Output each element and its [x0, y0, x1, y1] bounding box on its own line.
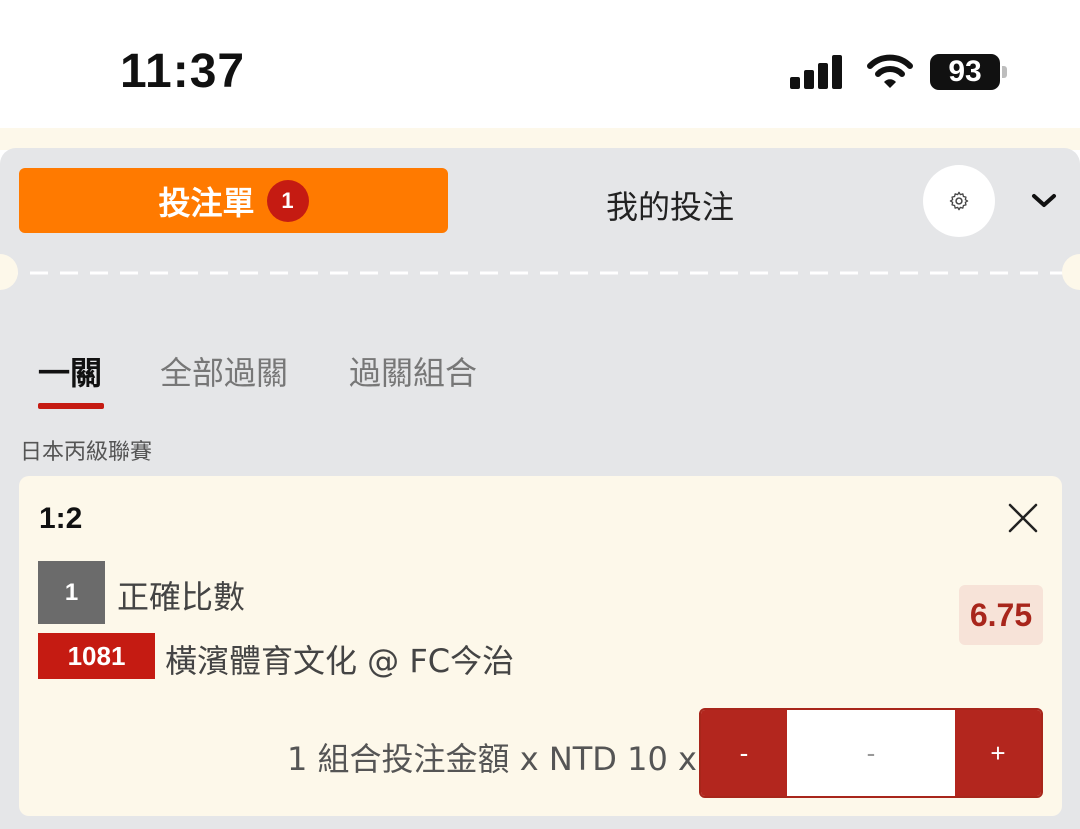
match-name: 橫濱體育文化 @ FC今治: [165, 642, 515, 680]
tab-all-parlay[interactable]: 全部過關: [160, 348, 288, 394]
tab-single[interactable]: 一關: [38, 348, 102, 394]
stake-label: 1 組合投注金額 x NTD 10 x: [287, 740, 697, 778]
bet-card: 1:2 1 正確比數 1081 橫濱體育文化 @ FC今治 6.75 1 組合投…: [19, 476, 1062, 816]
close-icon: [1008, 503, 1038, 533]
collapse-button[interactable]: [1024, 184, 1064, 218]
battery-icon: 93: [930, 54, 1000, 90]
selection-score: 1:2: [39, 502, 83, 535]
tab-betslip[interactable]: 投注單 1: [19, 168, 448, 233]
bet-number-badge: 1: [38, 561, 105, 624]
chevron-down-icon: [1032, 194, 1056, 207]
match-number-badge: 1081: [38, 633, 155, 679]
settings-button[interactable]: [923, 165, 995, 237]
tab-parlay-combo[interactable]: 過關組合: [349, 348, 477, 394]
wifi-icon: [867, 54, 913, 88]
tab-betslip-label: 投注單: [158, 183, 255, 222]
tab-my-bets[interactable]: 我的投注: [560, 182, 780, 228]
active-tab-underline: [38, 403, 104, 409]
gear-icon: [949, 191, 969, 211]
betslip-count-badge: 1: [266, 179, 309, 222]
status-time: 11:37: [120, 45, 246, 98]
betslip-sheet: 投注單 1 我的投注 一關 全部過關 過關組合 日本丙級聯賽 1:2 1 正確比: [0, 148, 1080, 829]
bet-type-label: 正確比數: [117, 578, 246, 616]
top-strip: [0, 128, 1080, 150]
battery-tip: [1002, 66, 1007, 78]
ticket-divider: [0, 271, 1080, 275]
stake-input[interactable]: -: [787, 710, 955, 796]
increase-stake-button[interactable]: +: [955, 710, 1041, 796]
status-bar: 11:37 93: [0, 0, 1080, 140]
signal-icon: [790, 55, 844, 89]
league-label: 日本丙級聯賽: [20, 440, 153, 465]
odds-badge: 6.75: [959, 585, 1043, 645]
stake-stepper: - - +: [699, 708, 1043, 798]
remove-bet-button[interactable]: [1003, 498, 1043, 538]
decrease-stake-button[interactable]: -: [701, 710, 787, 796]
